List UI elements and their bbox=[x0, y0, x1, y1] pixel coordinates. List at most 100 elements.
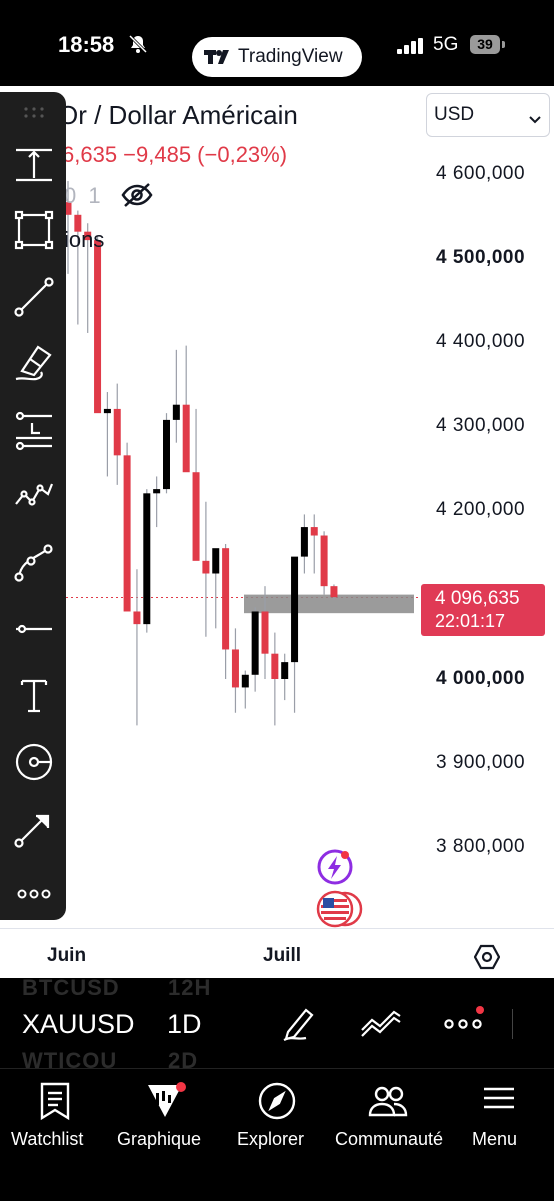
candle bbox=[212, 548, 220, 629]
nav-graphique[interactable]: Graphique bbox=[110, 1069, 226, 1169]
candle bbox=[202, 501, 210, 637]
measure-icon[interactable] bbox=[12, 142, 56, 186]
events-label[interactable]: ions bbox=[64, 227, 104, 253]
more-tools-icon[interactable] bbox=[12, 872, 56, 916]
candle bbox=[320, 531, 328, 595]
pattern-icon[interactable] bbox=[12, 474, 56, 518]
price-change: 6,635 −9,485 (−0,23%) bbox=[62, 142, 288, 167]
candle-body bbox=[163, 419, 170, 490]
horizontal-line-icon[interactable] bbox=[12, 607, 56, 651]
chart-area[interactable]: Or / Dollar Américain 6,635 −9,485 (−0,2… bbox=[0, 86, 554, 978]
candle-body bbox=[291, 556, 299, 663]
candle-body bbox=[113, 408, 121, 456]
indicators-icon[interactable] bbox=[360, 1006, 402, 1045]
candle-body bbox=[241, 674, 249, 688]
candle-body bbox=[212, 548, 220, 574]
candle bbox=[310, 514, 318, 574]
path-icon[interactable] bbox=[12, 541, 56, 585]
candle bbox=[192, 408, 200, 561]
nav-menu[interactable]: Menu bbox=[448, 1069, 554, 1169]
candle-body bbox=[172, 404, 180, 420]
nav-explorer[interactable]: Explorer bbox=[226, 1069, 330, 1169]
candle bbox=[172, 349, 180, 443]
candle-body bbox=[231, 649, 239, 688]
current-symbol[interactable]: XAUUSD bbox=[22, 1009, 135, 1040]
candle bbox=[123, 442, 131, 612]
candle bbox=[153, 476, 161, 528]
price-axis-label: 4 500,000 bbox=[436, 247, 526, 268]
chevron-down-icon bbox=[529, 111, 541, 129]
divider bbox=[512, 1009, 513, 1039]
candle-body bbox=[251, 611, 259, 675]
price-axis-label: 4 600,000 bbox=[436, 163, 526, 184]
hide-indicators-eye-icon[interactable] bbox=[120, 182, 154, 213]
time-axis[interactable]: Juin Juill bbox=[0, 928, 554, 978]
drawing-pen-icon[interactable] bbox=[280, 1004, 318, 1047]
tradingview-pill[interactable]: TradingView bbox=[192, 37, 362, 77]
candle bbox=[222, 543, 230, 679]
currency-select[interactable]: USD bbox=[426, 93, 550, 137]
price-axis-label: 4 200,000 bbox=[436, 499, 526, 520]
prev-symbol[interactable]: BTCUSD bbox=[22, 975, 120, 1001]
hamburger-menu-icon bbox=[482, 1081, 516, 1120]
candle-body bbox=[320, 535, 328, 587]
price-axis-label: 4 300,000 bbox=[436, 415, 526, 436]
candle-body bbox=[310, 527, 318, 536]
candle-body bbox=[153, 489, 161, 494]
bottom-panel: BTCUSD 12H XAUUSD 1D WTICOU 2D Watchlist… bbox=[0, 975, 554, 1200]
time-axis-label: Juin bbox=[47, 945, 87, 966]
arrow-icon[interactable] bbox=[12, 806, 56, 850]
candle bbox=[300, 514, 308, 574]
signal-icon bbox=[397, 38, 425, 59]
battery-level: 39 bbox=[470, 35, 500, 54]
price-axis-label: 3 800,000 bbox=[436, 836, 526, 857]
candle-body bbox=[300, 527, 308, 557]
candle-body bbox=[133, 611, 141, 625]
nav-watchlist[interactable]: Watchlist bbox=[0, 1069, 110, 1169]
price-axis-label: 3 900,000 bbox=[436, 752, 526, 773]
chart-nav-icon bbox=[144, 1081, 190, 1128]
candle bbox=[163, 413, 170, 494]
prev-interval[interactable]: 12H bbox=[168, 975, 211, 1001]
brush-icon[interactable] bbox=[12, 341, 56, 385]
nav-label: Watchlist bbox=[11, 1129, 84, 1149]
current-interval[interactable]: 1D bbox=[167, 1009, 202, 1040]
current-price-label: 4 096,635 22:01:17 bbox=[421, 584, 545, 636]
currency-value: USD bbox=[434, 104, 475, 125]
symbol-interval-picker[interactable]: BTCUSD 12H XAUUSD 1D WTICOU 2D bbox=[0, 975, 554, 1073]
bar-countdown: 22:01:17 bbox=[435, 611, 506, 631]
flash-event-icon[interactable] bbox=[316, 848, 354, 891]
battery-tip bbox=[502, 41, 505, 48]
candle bbox=[103, 392, 111, 477]
candle bbox=[231, 628, 239, 713]
candle bbox=[291, 556, 299, 713]
candle bbox=[271, 632, 279, 726]
more-options-icon[interactable] bbox=[440, 1006, 486, 1041]
candle-body bbox=[182, 404, 190, 473]
nav-label: Explorer bbox=[237, 1129, 305, 1149]
candle-body bbox=[330, 586, 338, 598]
drag-handle-icon[interactable] bbox=[12, 98, 56, 128]
candle bbox=[281, 653, 289, 701]
nav-label: Menu bbox=[472, 1129, 518, 1149]
nav-label: Communauté bbox=[335, 1129, 444, 1149]
text-icon[interactable] bbox=[12, 673, 56, 717]
candle-body bbox=[143, 493, 151, 625]
nav-communaute[interactable]: Communauté bbox=[330, 1069, 448, 1169]
fib-retracement-icon[interactable] bbox=[12, 408, 56, 452]
trend-line-icon[interactable] bbox=[12, 275, 56, 319]
symbol-title[interactable]: Or / Dollar Américain bbox=[58, 100, 298, 131]
zone-rectangle[interactable] bbox=[244, 594, 414, 614]
watchlist-icon bbox=[38, 1081, 72, 1126]
candle bbox=[133, 569, 141, 726]
candle-body bbox=[202, 560, 210, 574]
candle bbox=[251, 607, 259, 692]
chart-settings-icon[interactable] bbox=[473, 944, 501, 975]
nav-label: Graphique bbox=[117, 1129, 202, 1149]
candle-body bbox=[123, 455, 131, 612]
candle bbox=[241, 670, 249, 709]
network-type: 5G bbox=[433, 34, 459, 55]
prediction-icon[interactable] bbox=[12, 740, 56, 784]
rectangle-icon[interactable] bbox=[12, 208, 56, 252]
candle-body bbox=[261, 611, 269, 654]
